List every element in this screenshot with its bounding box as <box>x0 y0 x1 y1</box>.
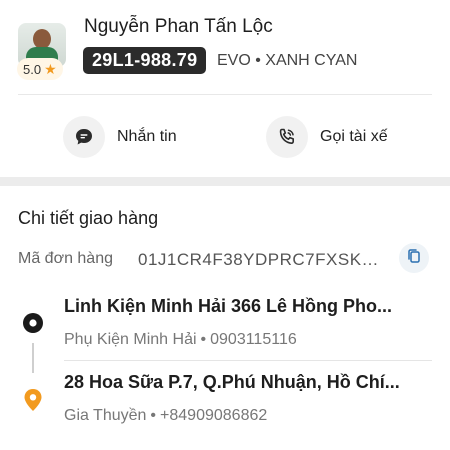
message-label: Nhắn tin <box>117 128 177 145</box>
chat-bubble-icon <box>63 116 105 158</box>
stop-divider <box>64 360 432 361</box>
divider <box>18 94 432 95</box>
route-line <box>32 343 34 373</box>
pickup-dot-icon <box>22 312 44 339</box>
vehicle-info: EVO • XANH CYAN <box>217 52 358 69</box>
copy-icon <box>406 248 422 269</box>
phone-call-icon <box>266 116 308 158</box>
order-id-label: Mã đơn hàng <box>18 250 113 267</box>
location-pin-icon <box>22 388 44 417</box>
star-icon: ★ <box>44 60 57 77</box>
pickup-contact-phone: 0903115116 <box>210 331 297 348</box>
delivery-details-title: Chi tiết giao hàng <box>18 208 159 228</box>
message-button[interactable]: Nhắn tin <box>63 116 177 158</box>
dropoff-contact: Gia Thuyền • +84909086862 <box>64 407 268 424</box>
call-driver-button[interactable]: Gọi tài xế <box>266 116 388 158</box>
call-driver-label: Gọi tài xế <box>320 128 388 145</box>
pickup-contact: Phụ Kiện Minh Hải • 0903115116 <box>64 331 297 348</box>
dropoff-address: 28 Hoa Sữa P.7, Q.Phú Nhuận, Hồ Chí... <box>64 372 400 392</box>
license-plate: 29L1-988.79 <box>83 47 207 74</box>
driver-name: Nguyễn Phan Tấn Lộc <box>84 16 273 37</box>
pickup-contact-name: Phụ Kiện Minh Hải <box>64 331 197 348</box>
order-id-value: 01J1CR4F38YDPRC7FXSKC8... <box>138 250 388 269</box>
dropoff-contact-name: Gia Thuyền <box>64 407 147 424</box>
rating-badge: 5.0 ★ <box>17 58 63 80</box>
driver-card: 5.0 ★ Nguyễn Phan Tấn Lộc 29L1-988.79 EV… <box>0 0 450 180</box>
rating-value: 5.0 <box>23 61 42 77</box>
copy-order-id-button[interactable] <box>399 243 429 273</box>
dropoff-contact-phone: +84909086862 <box>160 407 268 424</box>
section-separator <box>0 177 450 186</box>
pickup-address: Linh Kiện Minh Hải 366 Lê Hồng Pho... <box>64 296 393 316</box>
